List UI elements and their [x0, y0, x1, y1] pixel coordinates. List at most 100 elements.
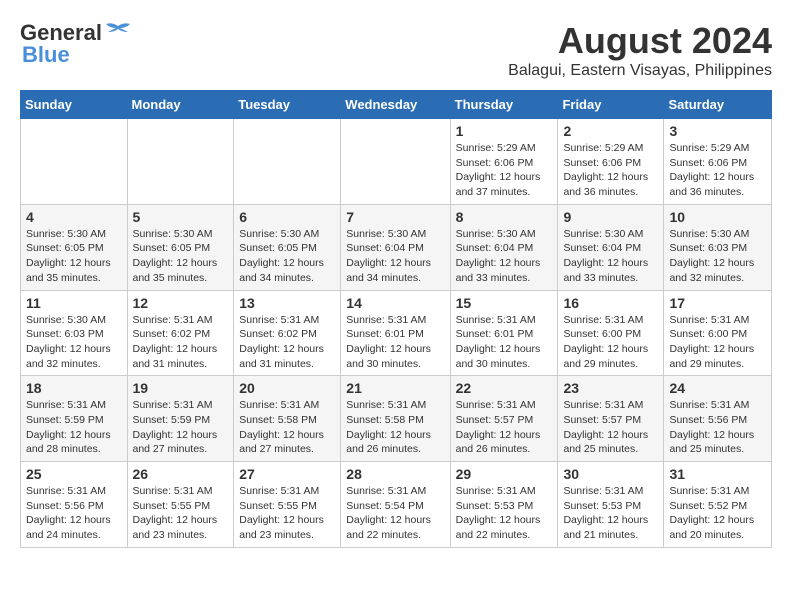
calendar-cell	[234, 119, 341, 205]
weekday-header-row: SundayMondayTuesdayWednesdayThursdayFrid…	[21, 91, 772, 119]
calendar-cell: 9 Sunrise: 5:30 AM Sunset: 6:04 PM Daylig…	[558, 204, 664, 290]
day-info: Sunrise: 5:30 AM Sunset: 6:04 PM Dayligh…	[563, 227, 658, 286]
weekday-header-thursday: Thursday	[450, 91, 558, 119]
day-number: 13	[239, 295, 335, 311]
day-info: Sunrise: 5:31 AM Sunset: 5:58 PM Dayligh…	[346, 398, 444, 457]
logo: General Blue	[20, 20, 132, 68]
day-number: 6	[239, 209, 335, 225]
calendar-cell: 15Sunrise: 5:31 AM Sunset: 6:01 PM Dayli…	[450, 290, 558, 376]
calendar-week-row: 18 Sunrise: 5:31 AM Sunset: 5:59 PM Dayli…	[21, 376, 772, 462]
calendar-cell: 26 Sunrise: 5:31 AM Sunset: 5:55 PM Dayli…	[127, 462, 234, 548]
weekday-header-tuesday: Tuesday	[234, 91, 341, 119]
day-number: 4	[26, 209, 122, 225]
day-number: 7	[346, 209, 444, 225]
day-info: Sunrise: 5:31 AM Sunset: 5:56 PM Dayligh…	[26, 484, 122, 543]
day-number: 2	[563, 123, 658, 139]
day-number: 8	[456, 209, 553, 225]
day-number: 21	[346, 380, 444, 396]
day-number: 5	[133, 209, 229, 225]
calendar-cell: 18 Sunrise: 5:31 AM Sunset: 5:59 PM Dayli…	[21, 376, 128, 462]
day-number: 10	[669, 209, 766, 225]
calendar-cell: 23 Sunrise: 5:31 AM Sunset: 5:57 PM Dayli…	[558, 376, 664, 462]
calendar-cell: 13Sunrise: 5:31 AM Sunset: 6:02 PM Dayli…	[234, 290, 341, 376]
calendar-cell: 10 Sunrise: 5:30 AM Sunset: 6:03 PM Dayli…	[664, 204, 772, 290]
day-number: 22	[456, 380, 553, 396]
calendar-week-row: 4 Sunrise: 5:30 AM Sunset: 6:05 PM Daylig…	[21, 204, 772, 290]
day-info: Sunrise: 5:31 AM Sunset: 6:00 PM Dayligh…	[669, 313, 766, 372]
calendar-week-row: 25 Sunrise: 5:31 AM Sunset: 5:56 PM Dayli…	[21, 462, 772, 548]
weekday-header-saturday: Saturday	[664, 91, 772, 119]
calendar-cell: 25 Sunrise: 5:31 AM Sunset: 5:56 PM Dayli…	[21, 462, 128, 548]
day-info: Sunrise: 5:31 AM Sunset: 5:55 PM Dayligh…	[133, 484, 229, 543]
calendar-week-row: 1 Sunrise: 5:29 AM Sunset: 6:06 PM Daylig…	[21, 119, 772, 205]
day-info: Sunrise: 5:31 AM Sunset: 5:53 PM Dayligh…	[456, 484, 553, 543]
day-number: 26	[133, 466, 229, 482]
calendar-cell: 4 Sunrise: 5:30 AM Sunset: 6:05 PM Daylig…	[21, 204, 128, 290]
calendar-cell: 12 Sunrise: 5:31 AM Sunset: 6:02 PM Dayli…	[127, 290, 234, 376]
day-info: Sunrise: 5:30 AM Sunset: 6:05 PM Dayligh…	[26, 227, 122, 286]
day-info: Sunrise: 5:29 AM Sunset: 6:06 PM Dayligh…	[669, 141, 766, 200]
day-info: Sunrise: 5:31 AM Sunset: 5:53 PM Dayligh…	[563, 484, 658, 543]
day-info: Sunrise: 5:31 AM Sunset: 6:01 PM Dayligh…	[346, 313, 444, 372]
calendar-table: SundayMondayTuesdayWednesdayThursdayFrid…	[20, 90, 772, 548]
day-info: Sunrise: 5:30 AM Sunset: 6:03 PM Dayligh…	[26, 313, 122, 372]
calendar-cell: 21 Sunrise: 5:31 AM Sunset: 5:58 PM Dayli…	[341, 376, 450, 462]
day-number: 3	[669, 123, 766, 139]
page-header: General Blue August 2024 Balagui, Easter…	[20, 20, 772, 80]
day-number: 23	[563, 380, 658, 396]
day-number: 1	[456, 123, 553, 139]
calendar-cell	[21, 119, 128, 205]
calendar-cell: 14Sunrise: 5:31 AM Sunset: 6:01 PM Dayli…	[341, 290, 450, 376]
day-number: 12	[133, 295, 229, 311]
day-number: 30	[563, 466, 658, 482]
calendar-cell: 17Sunrise: 5:31 AM Sunset: 6:00 PM Dayli…	[664, 290, 772, 376]
calendar-cell: 1 Sunrise: 5:29 AM Sunset: 6:06 PM Daylig…	[450, 119, 558, 205]
day-number: 29	[456, 466, 553, 482]
calendar-cell: 6 Sunrise: 5:30 AM Sunset: 6:05 PM Daylig…	[234, 204, 341, 290]
day-number: 18	[26, 380, 122, 396]
calendar-cell	[341, 119, 450, 205]
day-info: Sunrise: 5:31 AM Sunset: 5:52 PM Dayligh…	[669, 484, 766, 543]
day-info: Sunrise: 5:31 AM Sunset: 5:57 PM Dayligh…	[456, 398, 553, 457]
calendar-cell: 3 Sunrise: 5:29 AM Sunset: 6:06 PM Daylig…	[664, 119, 772, 205]
calendar-cell: 20 Sunrise: 5:31 AM Sunset: 5:58 PM Dayli…	[234, 376, 341, 462]
day-info: Sunrise: 5:31 AM Sunset: 5:59 PM Dayligh…	[26, 398, 122, 457]
day-number: 31	[669, 466, 766, 482]
day-info: Sunrise: 5:30 AM Sunset: 6:03 PM Dayligh…	[669, 227, 766, 286]
calendar-cell: 27Sunrise: 5:31 AM Sunset: 5:55 PM Dayli…	[234, 462, 341, 548]
day-info: Sunrise: 5:30 AM Sunset: 6:05 PM Dayligh…	[239, 227, 335, 286]
day-info: Sunrise: 5:31 AM Sunset: 5:57 PM Dayligh…	[563, 398, 658, 457]
calendar-cell: 24Sunrise: 5:31 AM Sunset: 5:56 PM Dayli…	[664, 376, 772, 462]
day-info: Sunrise: 5:31 AM Sunset: 6:02 PM Dayligh…	[133, 313, 229, 372]
logo-bird-icon	[104, 22, 132, 44]
calendar-cell: 7 Sunrise: 5:30 AM Sunset: 6:04 PM Daylig…	[341, 204, 450, 290]
weekday-header-sunday: Sunday	[21, 91, 128, 119]
calendar-cell	[127, 119, 234, 205]
day-info: Sunrise: 5:29 AM Sunset: 6:06 PM Dayligh…	[456, 141, 553, 200]
day-info: Sunrise: 5:29 AM Sunset: 6:06 PM Dayligh…	[563, 141, 658, 200]
day-info: Sunrise: 5:30 AM Sunset: 6:04 PM Dayligh…	[346, 227, 444, 286]
day-number: 9	[563, 209, 658, 225]
day-info: Sunrise: 5:30 AM Sunset: 6:05 PM Dayligh…	[133, 227, 229, 286]
calendar-cell: 29 Sunrise: 5:31 AM Sunset: 5:53 PM Dayli…	[450, 462, 558, 548]
calendar-cell: 16Sunrise: 5:31 AM Sunset: 6:00 PM Dayli…	[558, 290, 664, 376]
day-number: 19	[133, 380, 229, 396]
calendar-cell: 8Sunrise: 5:30 AM Sunset: 6:04 PM Daylig…	[450, 204, 558, 290]
weekday-header-wednesday: Wednesday	[341, 91, 450, 119]
day-number: 25	[26, 466, 122, 482]
day-number: 11	[26, 295, 122, 311]
title-block: August 2024 Balagui, Eastern Visayas, Ph…	[508, 20, 772, 80]
page-subtitle: Balagui, Eastern Visayas, Philippines	[508, 62, 772, 80]
day-number: 20	[239, 380, 335, 396]
calendar-cell: 19Sunrise: 5:31 AM Sunset: 5:59 PM Dayli…	[127, 376, 234, 462]
calendar-cell: 2 Sunrise: 5:29 AM Sunset: 6:06 PM Daylig…	[558, 119, 664, 205]
calendar-cell: 28Sunrise: 5:31 AM Sunset: 5:54 PM Dayli…	[341, 462, 450, 548]
day-number: 28	[346, 466, 444, 482]
day-number: 15	[456, 295, 553, 311]
calendar-week-row: 11 Sunrise: 5:30 AM Sunset: 6:03 PM Dayli…	[21, 290, 772, 376]
calendar-cell: 11 Sunrise: 5:30 AM Sunset: 6:03 PM Dayli…	[21, 290, 128, 376]
logo-text-blue: Blue	[22, 42, 70, 68]
calendar-cell: 22 Sunrise: 5:31 AM Sunset: 5:57 PM Dayli…	[450, 376, 558, 462]
page-title: August 2024	[508, 20, 772, 62]
day-info: Sunrise: 5:31 AM Sunset: 5:58 PM Dayligh…	[239, 398, 335, 457]
